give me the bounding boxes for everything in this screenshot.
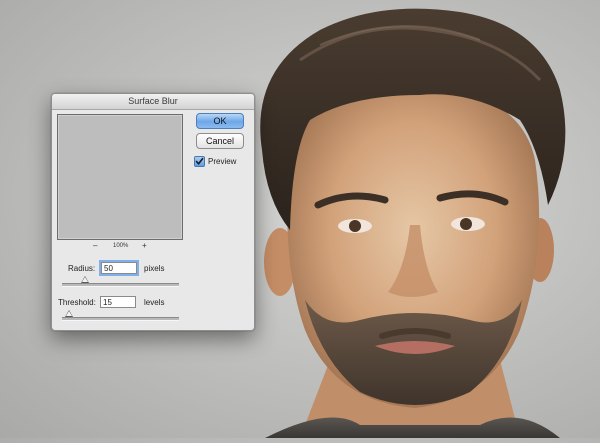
threshold-input[interactable]: 15 [100, 296, 136, 308]
zoom-level-label: 100% [113, 243, 129, 249]
threshold-slider-thumb[interactable] [65, 310, 74, 317]
preview-zoom-controls: – 100% + [57, 242, 183, 252]
ok-button[interactable]: OK [196, 113, 244, 129]
threshold-slider-track[interactable] [62, 317, 179, 321]
preview-checkbox[interactable] [194, 155, 205, 167]
threshold-label: Threshold: [58, 298, 96, 307]
filter-preview-area[interactable] [57, 114, 183, 240]
preview-label: Preview [208, 156, 237, 166]
threshold-unit-label: levels [144, 298, 165, 307]
preview-checkbox-row[interactable]: Preview [194, 155, 236, 167]
zoom-out-button[interactable]: – [93, 242, 97, 250]
radius-input[interactable]: 50 [99, 260, 139, 276]
radius-unit-label: pixels [144, 264, 165, 273]
surface-blur-dialog: Surface Blur – 100% + OK Cancel Preview … [51, 93, 255, 331]
radius-field-row: Radius: 50 pixels [68, 260, 248, 276]
radius-slider-thumb[interactable] [81, 276, 90, 283]
zoom-in-button[interactable]: + [142, 242, 147, 250]
checkmark-icon [195, 157, 204, 165]
dialog-title[interactable]: Surface Blur [52, 94, 254, 110]
cancel-button[interactable]: Cancel [196, 133, 244, 149]
threshold-field-row: Threshold: 15 levels [58, 296, 248, 310]
radius-slider-track[interactable] [62, 283, 179, 287]
radius-label: Radius: [68, 264, 96, 273]
